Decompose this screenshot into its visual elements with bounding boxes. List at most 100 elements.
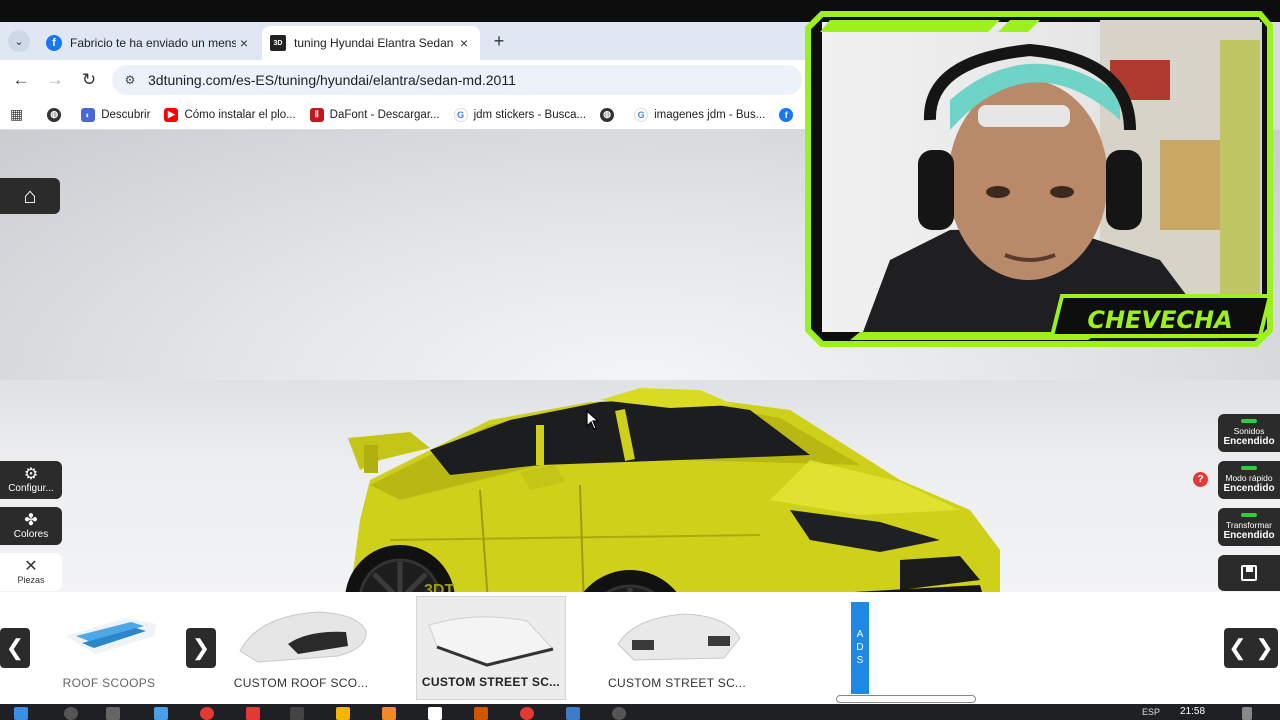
close-icon[interactable]: × bbox=[236, 35, 252, 51]
bookmark-label: imagenes jdm - Bus... bbox=[654, 108, 766, 121]
fast-mode-toggle[interactable]: Modo rápido Encendido bbox=[1218, 461, 1280, 499]
part-item[interactable]: CUSTOM ROOF SCO... bbox=[228, 596, 374, 700]
chrome-icon[interactable] bbox=[520, 707, 534, 720]
sound-toggle[interactable]: Sonidos Encendido bbox=[1218, 414, 1280, 452]
colors-button[interactable]: ✤ Colores bbox=[0, 507, 62, 545]
task-view-icon[interactable] bbox=[106, 707, 120, 720]
bookmark-label: Cómo instalar el plo... bbox=[184, 108, 296, 121]
bookmark-item[interactable]: G imagenes jdm - Bus... bbox=[634, 107, 766, 122]
google-icon: G bbox=[634, 107, 649, 122]
transform-toggle[interactable]: Transformar Encendido bbox=[1218, 508, 1280, 546]
app-icon[interactable] bbox=[428, 707, 442, 720]
part-item[interactable]: ROOF SCOOPS bbox=[36, 596, 182, 700]
bookmark-item[interactable]: G jdm stickers - Busca... bbox=[453, 107, 587, 122]
parts-carousel: ❮ ROOF SCOOPS ❯ CUSTOM ROOF SCO... CUSTO… bbox=[0, 592, 1280, 704]
3dtuning-icon: 3D bbox=[270, 35, 286, 51]
webcam-overlay: CHEVECHA bbox=[805, 11, 1273, 347]
facebook-icon: f bbox=[46, 35, 62, 51]
search-icon[interactable] bbox=[64, 707, 78, 720]
fast-mode-label: Modo rápido bbox=[1225, 473, 1273, 483]
bookmarks-bar: ▦ ◍ ◐ Descubrir ▶ Cómo instalar el plo..… bbox=[0, 100, 810, 130]
sound-label: Sonidos bbox=[1233, 426, 1265, 436]
chevron-right-icon[interactable]: ❯ bbox=[1255, 635, 1273, 661]
part-label: ROOF SCOOPS bbox=[62, 676, 156, 690]
status-indicator bbox=[1241, 419, 1257, 423]
os-taskbar: ESP 21:58 bbox=[0, 704, 1280, 720]
app-icon[interactable] bbox=[154, 707, 168, 720]
chevron-left-icon: ❮ bbox=[5, 635, 25, 660]
save-button[interactable] bbox=[1218, 555, 1280, 591]
tab-bar: ⌄ f Fabricio te ha enviado un mensaje × … bbox=[0, 22, 810, 60]
bookmark-item[interactable]: Ⅱ DaFont - Descargar... bbox=[309, 107, 440, 122]
config-label: Configur... bbox=[8, 482, 54, 494]
parts-button[interactable]: ✕ Piezas bbox=[0, 553, 62, 591]
part-label: CUSTOM STREET SC... bbox=[608, 676, 746, 690]
chrome-icon[interactable] bbox=[200, 707, 214, 720]
language-indicator[interactable]: ESP bbox=[1142, 707, 1160, 717]
forward-button[interactable]: → bbox=[44, 69, 66, 91]
home-button[interactable]: ⌂ bbox=[0, 178, 60, 214]
facebook-icon: f bbox=[779, 107, 794, 122]
tab-search-button[interactable]: ⌄ bbox=[8, 30, 30, 52]
folder-icon[interactable] bbox=[336, 707, 350, 720]
bookmark-label: jdm stickers - Busca... bbox=[473, 108, 587, 121]
bookmark-item[interactable]: f bbox=[779, 107, 799, 122]
bookmark-item[interactable]: ▶ Cómo instalar el plo... bbox=[164, 107, 296, 122]
app-icon[interactable] bbox=[382, 707, 396, 720]
parts-page-nav[interactable]: ❮ ❯ bbox=[1224, 628, 1278, 668]
globe-icon: ◍ bbox=[600, 107, 615, 122]
notifications-icon[interactable] bbox=[1242, 707, 1252, 720]
app-icon[interactable] bbox=[246, 707, 260, 720]
floppy-icon bbox=[1241, 565, 1257, 581]
google-icon: G bbox=[453, 107, 468, 122]
chevron-left-icon[interactable]: ❮ bbox=[1228, 635, 1246, 661]
bookmark-item[interactable]: ◐ Descubrir bbox=[81, 107, 151, 122]
site-info-icon[interactable]: ⚙ bbox=[122, 72, 138, 88]
car-decal: 3DT bbox=[424, 582, 454, 592]
bookmark-label: Descubrir bbox=[101, 108, 151, 121]
tab-3dtuning[interactable]: 3D tuning Hyundai Elantra Sedan 2 × bbox=[262, 26, 480, 60]
discover-icon: ◐ bbox=[81, 107, 96, 122]
clock[interactable]: 21:58 bbox=[1180, 706, 1205, 717]
chevron-right-icon: ❯ bbox=[191, 635, 211, 660]
part-item[interactable]: CUSTOM STREET SC... bbox=[604, 596, 750, 700]
address-bar[interactable]: ⚙ 3dtuning.com/es-ES/tuning/hyundai/elan… bbox=[112, 65, 802, 95]
grid-icon: ▦ bbox=[10, 106, 24, 122]
parts-label: Piezas bbox=[17, 575, 45, 585]
tab-title: Fabricio te ha enviado un mensaje bbox=[70, 36, 236, 50]
mouse-cursor-icon bbox=[586, 410, 600, 430]
app-icon[interactable] bbox=[566, 707, 580, 720]
ads-label: ADS bbox=[854, 628, 866, 668]
app-icon[interactable] bbox=[290, 707, 304, 720]
ads-placeholder[interactable]: ADS bbox=[851, 602, 869, 694]
tab-title: tuning Hyundai Elantra Sedan 2 bbox=[294, 36, 456, 50]
carousel-scrollbar[interactable] bbox=[836, 695, 976, 703]
transform-label: Transformar bbox=[1226, 520, 1272, 530]
roof-scoop-thumbnail bbox=[66, 618, 156, 654]
help-icon[interactable]: ? bbox=[1193, 472, 1208, 487]
config-button[interactable]: ⚙ Configur... bbox=[0, 461, 62, 499]
browser-toolbar: ← → ↻ ⚙ 3dtuning.com/es-ES/tuning/hyunda… bbox=[0, 60, 810, 100]
car-settings-icon: ⚙ bbox=[23, 465, 39, 483]
chevron-down-icon: ⌄ bbox=[14, 35, 24, 48]
apps-button[interactable]: ▦ bbox=[10, 106, 33, 123]
windows-start-icon[interactable] bbox=[14, 707, 28, 720]
dafont-icon: Ⅱ bbox=[309, 107, 324, 122]
bookmark-item[interactable]: ◍ bbox=[47, 107, 67, 122]
back-button[interactable]: ← bbox=[10, 69, 32, 91]
reload-button[interactable]: ↻ bbox=[78, 69, 100, 91]
parts-prev-button[interactable]: ❮ bbox=[0, 628, 30, 668]
sound-state: Encendido bbox=[1223, 436, 1275, 447]
bookmark-item[interactable]: ◍ bbox=[600, 107, 620, 122]
parts-next-button[interactable]: ❯ bbox=[186, 628, 216, 668]
part-label: CUSTOM STREET SC... bbox=[421, 675, 561, 689]
part-item-selected[interactable]: CUSTOM STREET SC... bbox=[416, 596, 566, 700]
tab-facebook[interactable]: f Fabricio te ha enviado un mensaje × bbox=[38, 26, 260, 60]
illustrator-icon[interactable] bbox=[474, 707, 488, 720]
custom-street-scoop-thumbnail bbox=[428, 616, 554, 667]
colors-label: Colores bbox=[13, 528, 49, 540]
new-tab-button[interactable]: + bbox=[488, 30, 510, 52]
close-icon[interactable]: × bbox=[456, 35, 472, 51]
app-icon[interactable] bbox=[612, 707, 626, 720]
transform-state: Encendido bbox=[1223, 530, 1275, 541]
